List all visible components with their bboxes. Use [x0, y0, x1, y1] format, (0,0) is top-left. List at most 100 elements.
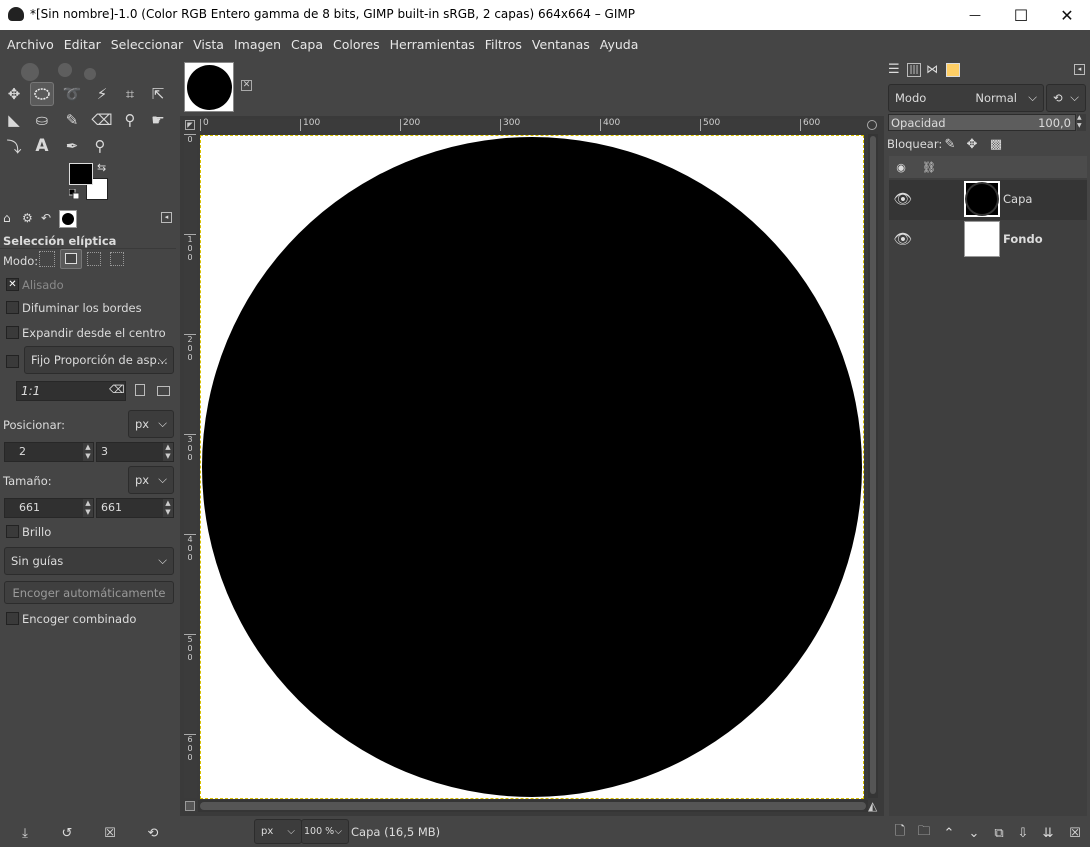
duplicate-layer-icon[interactable]: ⧉	[991, 825, 1007, 841]
raise-layer-icon[interactable]: ⌃	[941, 825, 957, 841]
configure-dock-icon[interactable]: ◂	[1074, 64, 1085, 75]
ellipse-select-tool-icon[interactable]	[30, 82, 54, 106]
lock-position-icon[interactable]: ✥	[964, 136, 980, 152]
opacity-spin-icon[interactable]: ▲ ▼	[1077, 114, 1086, 131]
clone-tool-icon[interactable]: ⚲	[118, 108, 142, 132]
zoom-combo[interactable]: 100 % ⌵	[301, 819, 349, 844]
opacity-slider[interactable]: Opacidad 100,0	[888, 114, 1076, 131]
menu-archivo[interactable]: Archivo	[2, 37, 59, 52]
canvas-area[interactable]	[198, 134, 868, 799]
guides-combo[interactable]: Sin guías ⌵	[4, 547, 174, 575]
delete-layer-icon[interactable]: ☒	[1067, 825, 1083, 841]
default-colors-icon[interactable]	[68, 188, 80, 200]
restore-options-icon[interactable]: ↺	[58, 824, 76, 842]
layer-row[interactable]: 👁 Fondo	[889, 220, 1087, 260]
menu-filtros[interactable]: Filtros	[480, 37, 527, 52]
mode-intersect-icon[interactable]	[110, 252, 124, 266]
mode-subtract-icon[interactable]	[87, 252, 101, 266]
lock-alpha-icon[interactable]: ▩	[988, 136, 1004, 152]
device-status-tab-icon[interactable]: ⚙	[22, 211, 38, 227]
move-tool-icon[interactable]: ✥	[2, 82, 26, 106]
spin-arrows-icon[interactable]: ▲ ▼	[163, 443, 173, 461]
toggle-quick-mask-icon[interactable]	[185, 801, 195, 811]
new-layer-icon[interactable]: 🗋	[892, 824, 908, 841]
bucket-fill-tool-icon[interactable]: ⛀	[30, 108, 54, 132]
smudge-tool-icon[interactable]: ☛	[146, 108, 170, 132]
menu-imagen[interactable]: Imagen	[229, 37, 286, 52]
crop-tool-icon[interactable]: ⌗	[118, 82, 142, 106]
configure-tab-icon[interactable]: ◂	[161, 212, 172, 223]
image-canvas[interactable]	[200, 135, 864, 799]
images-tab-icon[interactable]	[59, 210, 77, 228]
size-width-input[interactable]: 661 ▲ ▼	[4, 498, 94, 518]
layer-thumbnail[interactable]	[964, 181, 1000, 217]
antialias-checkbox[interactable]: ✕	[6, 278, 19, 291]
foreground-color-swatch[interactable]	[69, 163, 93, 185]
palette-tab-icon[interactable]	[946, 63, 960, 77]
vertical-scrollbar[interactable]	[868, 134, 878, 798]
menu-editar[interactable]: Editar	[59, 37, 106, 52]
color-picker-tool-icon[interactable]: ✒	[60, 134, 84, 158]
text-tool-icon[interactable]: A	[30, 134, 54, 158]
autoshrink-button[interactable]: Encoger automáticamente	[4, 581, 174, 604]
position-x-input[interactable]: 2 ▲ ▼	[4, 442, 94, 462]
lower-layer-icon[interactable]: ⌄	[966, 825, 982, 841]
save-options-icon[interactable]: ⤓	[16, 824, 34, 842]
fixed-ratio-combo[interactable]: Fijo Proporción de asp... ⌵	[24, 346, 174, 374]
menu-ayuda[interactable]: Ayuda	[595, 37, 644, 52]
portrait-icon[interactable]	[135, 384, 145, 396]
spin-arrows-icon[interactable]: ▲ ▼	[83, 499, 93, 517]
position-unit-combo[interactable]: px ⌵	[128, 410, 174, 438]
image-tab-thumbnail[interactable]	[184, 62, 234, 112]
eye-icon[interactable]: 👁	[893, 230, 913, 248]
eye-icon[interactable]: 👁	[893, 190, 913, 208]
landscape-icon[interactable]	[157, 386, 170, 396]
menu-seleccionar[interactable]: Seleccionar	[106, 37, 188, 52]
paintbrush-tool-icon[interactable]: ✎	[60, 108, 84, 132]
menu-herramientas[interactable]: Herramientas	[385, 37, 480, 52]
anchor-layer-icon[interactable]: ⇩	[1015, 825, 1031, 841]
expand-center-checkbox[interactable]	[6, 326, 19, 339]
close-button[interactable]: ✕	[1044, 0, 1090, 30]
channels-tab-icon[interactable]: |||	[907, 63, 921, 77]
menu-ventanas[interactable]: Ventanas	[527, 37, 595, 52]
layers-tab-icon[interactable]: ☰	[888, 62, 904, 78]
paths-tab-icon[interactable]: ⋈	[926, 62, 942, 78]
warp-tool-icon[interactable]: ◣	[2, 108, 26, 132]
layer-name[interactable]: Capa	[1003, 192, 1032, 206]
zoom-tool-icon[interactable]: ⚲	[88, 134, 112, 158]
size-height-input[interactable]: 661 ▲ ▼	[96, 498, 174, 518]
layer-row[interactable]: 👁 Capa	[889, 180, 1087, 220]
transform-tool-icon[interactable]: ⇱	[146, 82, 170, 106]
fixed-checkbox[interactable]	[6, 355, 19, 368]
minimize-button[interactable]: —	[952, 0, 998, 30]
spin-arrows-icon[interactable]: ▲ ▼	[163, 499, 173, 517]
size-unit-combo[interactable]: px ⌵	[128, 466, 174, 494]
reset-options-icon[interactable]: ⟲	[144, 824, 162, 842]
merge-layer-icon[interactable]: ⇊	[1040, 825, 1056, 841]
undo-history-tab-icon[interactable]: ↶	[41, 211, 57, 227]
mode-replace-icon[interactable]	[39, 251, 55, 267]
eraser-tool-icon[interactable]: ⌫	[90, 108, 114, 132]
feather-checkbox[interactable]	[6, 301, 19, 314]
fuzzy-select-tool-icon[interactable]: ⚡	[90, 82, 114, 106]
layer-mode-combo[interactable]: Modo Normal ⌵	[888, 84, 1044, 112]
path-tool-icon[interactable]: ⤵	[2, 134, 26, 158]
layer-name[interactable]: Fondo	[1003, 232, 1043, 246]
navigate-icon[interactable]: ◭	[868, 799, 877, 813]
position-y-input[interactable]: 3 ▲ ▼	[96, 442, 174, 462]
spin-arrows-icon[interactable]: ▲ ▼	[83, 443, 93, 461]
zoom-image-icon[interactable]	[867, 120, 877, 130]
mode-add-icon[interactable]	[60, 249, 82, 269]
tool-options-tab-icon[interactable]: ⌂	[3, 211, 19, 227]
menu-capa[interactable]: Capa	[286, 37, 328, 52]
lock-pixels-icon[interactable]: ✎	[942, 136, 958, 152]
composite-mode-combo[interactable]: ⟲ ⌵	[1046, 84, 1086, 112]
maximize-button[interactable]: ☐	[998, 0, 1044, 30]
delete-options-icon[interactable]: ☒	[101, 824, 119, 842]
shrink-merged-checkbox[interactable]	[6, 612, 19, 625]
menu-colores[interactable]: Colores	[328, 37, 385, 52]
close-tab-icon[interactable]: ✕	[241, 80, 252, 91]
clear-entry-icon[interactable]: ⌫	[109, 383, 125, 396]
highlight-checkbox[interactable]	[6, 525, 19, 538]
